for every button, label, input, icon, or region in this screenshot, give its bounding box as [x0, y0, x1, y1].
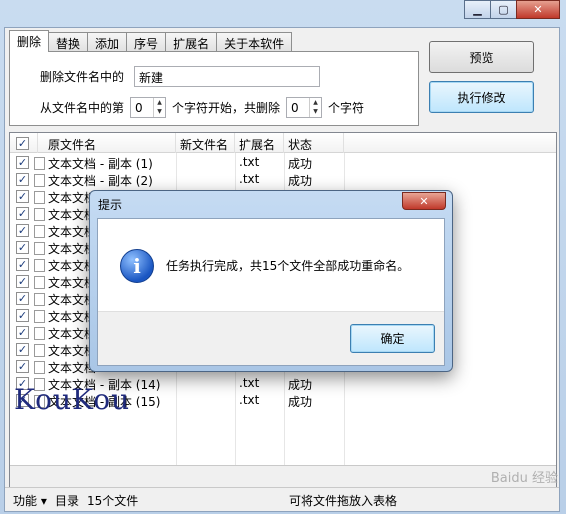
col-extension[interactable]: 扩展名	[235, 133, 284, 153]
text-file-icon	[34, 344, 45, 357]
tab-extension[interactable]: 扩展名	[165, 32, 218, 52]
tab-add[interactable]: 添加	[87, 32, 128, 52]
ok-button[interactable]: 确定	[350, 324, 435, 353]
char-unit-label: 个字符	[328, 101, 365, 115]
dialog-title: 提示	[98, 198, 123, 212]
row-checkbox[interactable]: ✓	[16, 360, 29, 373]
row-checkbox[interactable]: ✓	[16, 275, 29, 288]
row-checkbox[interactable]: ✓	[16, 258, 29, 271]
row-checkbox[interactable]: ✓	[16, 292, 29, 305]
maximize-button[interactable]: ▢	[490, 0, 517, 19]
start-position-stepper[interactable]: 0 ▲ ▼	[130, 97, 167, 118]
extension-cell: .txt	[239, 172, 260, 186]
col-new-name[interactable]: 新文件名	[176, 133, 235, 153]
text-file-icon	[34, 276, 45, 289]
text-file-icon	[34, 259, 45, 272]
file-count: 15个文件	[87, 494, 139, 508]
message-dialog: 提示 ✕ i 任务执行完成，共15个文件全部成功重命名。 确定	[89, 190, 453, 372]
close-button[interactable]: ✕	[516, 0, 560, 19]
info-icon: i	[120, 249, 154, 283]
select-all-cell[interactable]: ✓	[10, 133, 38, 153]
tab-strip: 删除 替换 添加 序号 扩展名 关于本软件	[9, 30, 293, 52]
row-checkbox[interactable]: ✓	[16, 326, 29, 339]
stepper-arrows-icon[interactable]: ▲ ▼	[153, 98, 165, 117]
row-checkbox[interactable]: ✓	[16, 156, 29, 169]
status-cell: 成功	[288, 174, 313, 188]
app-window: ▁ ▢ ✕ 删除 替换 添加 序号 扩展名 关于本软件 删除文件名中的 新建 从…	[0, 0, 566, 514]
status-bar: 功能 ▾ 目录 15个文件 可将文件拖放入表格	[5, 487, 559, 511]
status-cell: 成功	[288, 378, 313, 392]
start-position-label: 从文件名中的第	[40, 101, 125, 115]
row-checkbox[interactable]: ✓	[16, 207, 29, 220]
execute-button[interactable]: 执行修改	[429, 81, 534, 113]
delete-text-row: 删除文件名中的 新建	[40, 66, 321, 87]
row-checkbox[interactable]: ✓	[16, 224, 29, 237]
select-all-checkbox[interactable]: ✓	[16, 137, 29, 150]
text-file-icon	[34, 361, 45, 374]
delete-text-label: 删除文件名中的	[40, 70, 125, 84]
delete-count-label: 个字符开始，共删除	[172, 101, 281, 115]
tab-replace[interactable]: 替换	[48, 32, 89, 52]
status-cell: 成功	[288, 157, 313, 171]
text-file-icon	[34, 327, 45, 340]
extension-cell: .txt	[239, 376, 260, 390]
col-original-name[interactable]: 原文件名	[38, 133, 176, 153]
delete-panel: 删除文件名中的 新建 从文件名中的第 0 ▲ ▼ 个字符开始，共删除 0 ▲ ▼ 个…	[9, 51, 419, 126]
text-file-icon	[34, 174, 45, 187]
text-file-icon	[34, 157, 45, 170]
dialog-footer: 确定	[98, 311, 444, 365]
text-file-icon	[34, 225, 45, 238]
status-cell: 成功	[288, 395, 313, 409]
tab-about[interactable]: 关于本软件	[216, 32, 293, 52]
text-file-icon	[34, 310, 45, 323]
title-bar: ▁ ▢ ✕	[0, 0, 566, 22]
tab-delete[interactable]: 删除	[9, 30, 50, 52]
row-checkbox[interactable]: ✓	[16, 241, 29, 254]
delete-count-value: 0	[291, 100, 299, 115]
status-bar	[10, 465, 556, 487]
function-menu[interactable]: 功能 ▾	[13, 492, 47, 509]
dialog-close-button[interactable]: ✕	[402, 192, 446, 210]
delete-range-row: 从文件名中的第 0 ▲ ▼ 个字符开始，共删除 0 ▲ ▼ 个字符	[40, 97, 364, 118]
row-checkbox[interactable]: ✓	[16, 343, 29, 356]
preview-button[interactable]: 预览	[429, 41, 534, 73]
delete-count-stepper[interactable]: 0 ▲ ▼	[286, 97, 323, 118]
row-checkbox[interactable]: ✓	[16, 173, 29, 186]
dialog-message: 任务执行完成，共15个文件全部成功重命名。	[166, 259, 410, 273]
table-row[interactable]: ✓ 文本文档 - 副本 (2) .txt 成功	[10, 171, 556, 188]
text-file-icon	[34, 242, 45, 255]
start-position-value: 0	[135, 100, 143, 115]
text-file-icon	[34, 191, 45, 204]
tab-sequence[interactable]: 序号	[126, 32, 167, 52]
row-checkbox[interactable]: ✓	[16, 190, 29, 203]
extension-cell: .txt	[239, 393, 260, 407]
original-name-cell: 文本文档 - 副本 (1)	[48, 157, 153, 171]
row-checkbox[interactable]: ✓	[16, 309, 29, 322]
watermark-text: KouKou	[14, 383, 131, 416]
text-file-icon	[34, 293, 45, 306]
baidu-watermark: Baidu 经验	[490, 471, 558, 486]
list-header: ✓ 原文件名 新文件名 扩展名 状态	[10, 133, 556, 153]
stepper-arrows-icon[interactable]: ▲ ▼	[309, 98, 321, 117]
delete-text-input[interactable]: 新建	[134, 66, 321, 87]
dialog-body: i 任务执行完成，共15个文件全部成功重命名。 确定	[97, 218, 445, 366]
table-row[interactable]: ✓ 文本文档 - 副本 (1) .txt 成功	[10, 154, 556, 171]
original-name-cell: 文本文档 - 副本 (2)	[48, 174, 153, 188]
col-status[interactable]: 状态	[284, 133, 344, 153]
minimize-button[interactable]: ▁	[464, 0, 491, 19]
directory-button[interactable]: 目录	[55, 492, 79, 509]
extension-cell: .txt	[239, 155, 260, 169]
window-controls: ▁ ▢ ✕	[464, 0, 560, 19]
text-file-icon	[34, 208, 45, 221]
drop-hint: 可将文件拖放入表格	[289, 494, 398, 508]
